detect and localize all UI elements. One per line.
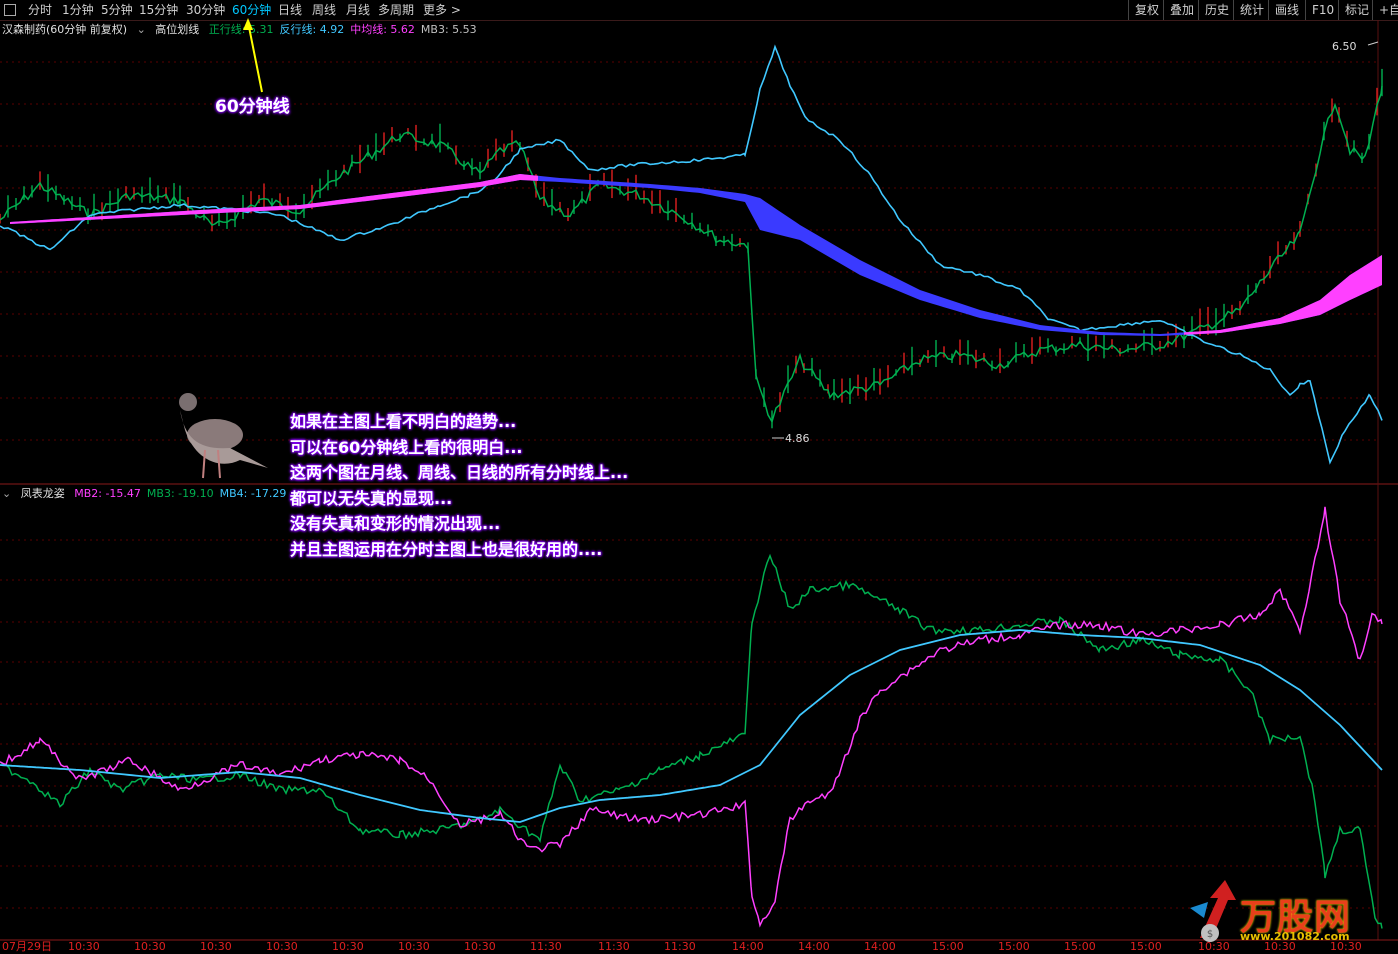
time-label-3: 10:30 bbox=[200, 940, 232, 953]
time-label-7: 10:30 bbox=[464, 940, 496, 953]
line-fanxing bbox=[0, 44, 1383, 465]
middle-band-blue bbox=[10, 174, 1382, 336]
time-label-13: 14:00 bbox=[864, 940, 896, 953]
time-label-5: 10:30 bbox=[332, 940, 364, 953]
high-marker bbox=[1367, 41, 1379, 46]
sub-line-mb2 bbox=[0, 506, 1383, 928]
time-label-0: 07月29日 bbox=[2, 940, 52, 953]
sub-line-mb3 bbox=[0, 553, 1383, 929]
svg-text:$: $ bbox=[1207, 929, 1213, 940]
high-price-label: 6.50 bbox=[1332, 40, 1357, 53]
sub-line-mb4 bbox=[0, 629, 1383, 823]
price-line-zhengxing bbox=[0, 85, 1383, 424]
time-label-11: 14:00 bbox=[732, 940, 764, 953]
time-label-4: 10:30 bbox=[266, 940, 298, 953]
time-label-10: 11:30 bbox=[664, 940, 696, 953]
annotation-line-1: 可以在60分钟线上看的很明白... bbox=[290, 437, 523, 457]
time-label-17: 15:00 bbox=[1130, 940, 1162, 953]
annotation-line-3: 都可以无失真的显现... bbox=[290, 488, 453, 508]
time-label-6: 10:30 bbox=[398, 940, 430, 953]
time-label-12: 14:00 bbox=[798, 940, 830, 953]
annotation-line-5: 并且主图运用在分时主图上也是很好用的.... bbox=[290, 539, 603, 559]
watermark-url: www.201082.com bbox=[1240, 930, 1350, 943]
annotation-line-2: 这两个图在月线、周线、日线的所有分时线上... bbox=[290, 463, 629, 482]
callout-arrowhead bbox=[243, 18, 253, 30]
time-label-9: 11:30 bbox=[598, 940, 630, 953]
time-label-16: 15:00 bbox=[1064, 940, 1096, 953]
time-label-14: 15:00 bbox=[932, 940, 964, 953]
callout-label: 60分钟线 bbox=[215, 97, 290, 117]
annotation-line-0: 如果在主图上看不明白的趋势... bbox=[290, 412, 517, 431]
time-label-15: 15:00 bbox=[998, 940, 1030, 953]
low-price-label: 4.86 bbox=[785, 432, 810, 445]
time-label-1: 10:30 bbox=[68, 940, 100, 953]
annotation-line-4: 没有失真和变形的情况出现... bbox=[290, 514, 501, 533]
time-label-2: 10:30 bbox=[134, 940, 166, 953]
time-label-8: 11:30 bbox=[530, 940, 562, 953]
chart-canvas[interactable] bbox=[0, 0, 1398, 954]
middle-band-magenta-right bbox=[1184, 255, 1382, 335]
annotation-text: 如果在主图上看不明白的趋势... 可以在60分钟线上看的很明白... 这两个图在月线… bbox=[290, 409, 628, 562]
callout-arrow bbox=[247, 21, 263, 93]
pigeon-head bbox=[179, 393, 197, 411]
watermark-logo: $ 万股网 www.201082.com bbox=[1180, 878, 1380, 948]
